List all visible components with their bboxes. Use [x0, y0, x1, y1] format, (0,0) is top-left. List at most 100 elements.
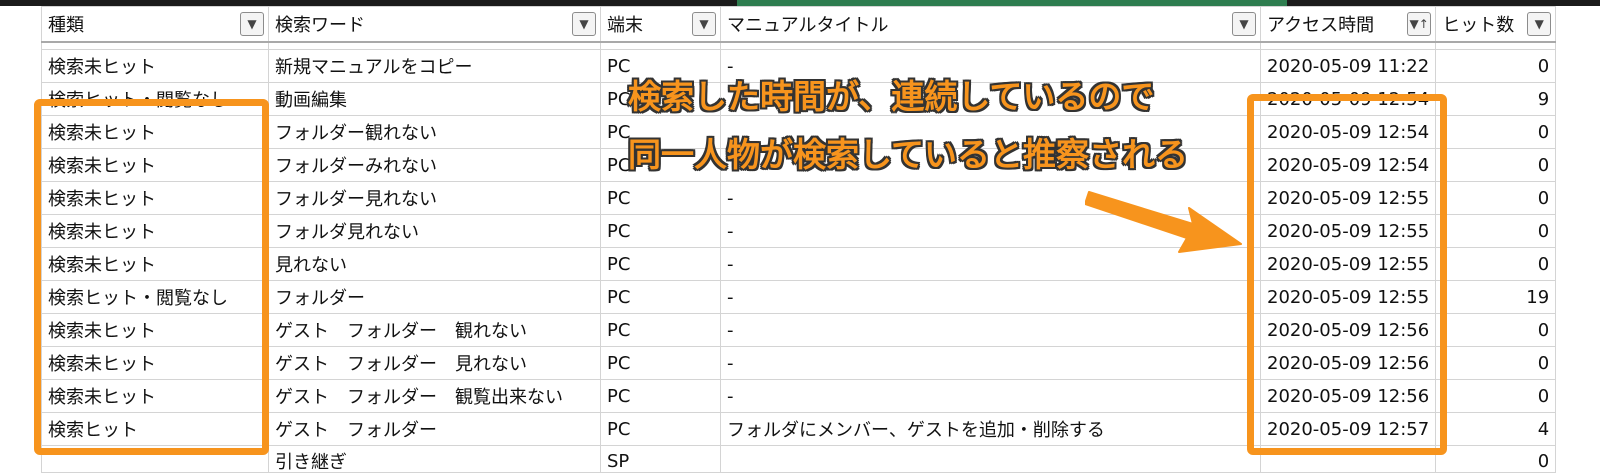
cell-text: 0	[1537, 253, 1550, 275]
cell-manual[interactable]	[720, 445, 1261, 473]
cell-hits[interactable]: 19	[1435, 280, 1557, 314]
cell-manual[interactable]: -	[720, 313, 1261, 347]
cell-text: 見れない	[275, 255, 347, 276]
column-header-manual: マニュアルタイトル ▼	[720, 6, 1261, 43]
cell-text: 引き継ぎ	[275, 452, 347, 473]
cell-manual[interactable]: -	[720, 346, 1261, 380]
cell-text: PC	[607, 121, 631, 143]
cell-word[interactable]: 見れない	[268, 247, 601, 281]
cell-word[interactable]: 新規マニュアルをコピー	[268, 49, 601, 83]
cell-text: SP	[607, 450, 630, 472]
cell-text: 19	[1526, 286, 1550, 308]
arrow-icon	[1085, 191, 1242, 253]
cell-manual[interactable]: フォルダにメンバー、ゲストを追加・削除する	[720, 412, 1261, 446]
cell-hits[interactable]: 0	[1435, 379, 1557, 413]
cell-text: PC	[607, 154, 631, 176]
cell-text: PC	[607, 55, 631, 77]
cell-text: フォルダ見れない	[275, 222, 419, 243]
cell-text: フォルダー観れない	[275, 123, 437, 144]
annotation-line-1: 検索した時間が、連続しているので	[628, 77, 1155, 116]
cell-text: フォルダにメンバー、ゲストを追加・削除する	[727, 420, 1105, 441]
filter-dropdown-icon[interactable]: ▼	[1232, 12, 1256, 36]
cell-device[interactable]: PC	[600, 214, 721, 248]
cell-text: ゲスト フォルダー 観覧出来ない	[275, 387, 563, 408]
column-header-device: 端末 ▼	[600, 6, 721, 43]
cell-text: PC	[607, 286, 631, 308]
cell-hits[interactable]: 0	[1435, 49, 1557, 83]
cell-word[interactable]: 動画編集	[268, 82, 601, 116]
cell-text: 0	[1537, 55, 1550, 77]
cell-word[interactable]: ゲスト フォルダー 観れない	[268, 313, 601, 347]
column-header-hits: ヒット数 ▼	[1435, 6, 1557, 43]
cell-text: PC	[607, 385, 631, 407]
cell-text: PC	[607, 253, 631, 275]
sort-filter-icon[interactable]: ▼↑	[1407, 12, 1432, 36]
cell-text: -	[727, 385, 734, 407]
cell-text: -	[727, 286, 734, 308]
column-label: マニュアルタイトル	[727, 15, 889, 36]
cell-text: 0	[1537, 220, 1550, 242]
column-label: 検索ワード	[275, 15, 365, 36]
cell-text: PC	[607, 319, 631, 341]
cell-text: 検索未ヒット	[48, 57, 156, 78]
cell-text: ゲスト フォルダー	[275, 420, 437, 441]
cell-hits[interactable]: 0	[1435, 313, 1557, 347]
cell-hits[interactable]: 0	[1435, 445, 1557, 473]
cell-hits[interactable]: 0	[1435, 247, 1557, 281]
cell-word[interactable]: フォルダー見れない	[268, 181, 601, 215]
cell-hits[interactable]: 0	[1435, 115, 1557, 149]
column-label: アクセス時間	[1267, 15, 1375, 36]
cell-word[interactable]: ゲスト フォルダー 観覧出来ない	[268, 379, 601, 413]
cell-device[interactable]: PC	[600, 181, 721, 215]
cell-word[interactable]: ゲスト フォルダー	[268, 412, 601, 446]
cell-device[interactable]: PC	[600, 280, 721, 314]
filter-dropdown-icon[interactable]: ▼	[240, 12, 264, 36]
cell-text: 0	[1537, 450, 1550, 472]
cell-text: 0	[1537, 319, 1550, 341]
cell-text: 0	[1537, 352, 1550, 374]
filter-dropdown-icon[interactable]: ▼	[1527, 12, 1552, 36]
cell-manual[interactable]: -	[720, 280, 1261, 314]
cell-manual[interactable]: -	[720, 379, 1261, 413]
cell-text: 0	[1537, 187, 1550, 209]
cell-device[interactable]: PC	[600, 379, 721, 413]
cell-word[interactable]: フォルダーみれない	[268, 148, 601, 182]
filter-dropdown-icon[interactable]: ▼	[572, 12, 596, 36]
cell-text: フォルダー見れない	[275, 189, 437, 210]
cell-text: フォルダー	[275, 288, 365, 309]
cell-text: PC	[607, 352, 631, 374]
cell-hits[interactable]: 0	[1435, 181, 1557, 215]
cell-text: 0	[1537, 121, 1550, 143]
cell-device[interactable]: SP	[600, 445, 721, 473]
cell-device[interactable]: PC	[600, 412, 721, 446]
cell-word[interactable]: フォルダー	[268, 280, 601, 314]
cell-type[interactable]: 検索未ヒット	[41, 49, 269, 83]
cell-text: 4	[1537, 418, 1550, 440]
cell-word[interactable]: ゲスト フォルダー 見れない	[268, 346, 601, 380]
cell-word[interactable]: フォルダ見れない	[268, 214, 601, 248]
cell-text: -	[727, 319, 734, 341]
cell-hits[interactable]: 0	[1435, 148, 1557, 182]
cell-hits[interactable]: 9	[1435, 82, 1557, 116]
column-label: ヒット数	[1442, 15, 1515, 36]
cell-text: -	[727, 187, 734, 209]
cell-hits[interactable]: 4	[1435, 412, 1557, 446]
cell-text: 0	[1537, 385, 1550, 407]
column-header-type: 種類 ▼	[41, 6, 269, 43]
cell-device[interactable]: PC	[600, 346, 721, 380]
cell-text: 9	[1537, 88, 1550, 110]
cell-device[interactable]: PC	[600, 313, 721, 347]
cell-hits[interactable]: 0	[1435, 346, 1557, 380]
cell-word[interactable]: フォルダー観れない	[268, 115, 601, 149]
cell-text: -	[727, 352, 734, 374]
column-label: 種類	[48, 15, 84, 36]
cell-word[interactable]: 引き継ぎ	[268, 445, 601, 473]
filter-dropdown-icon[interactable]: ▼	[692, 12, 716, 36]
spacer-row	[41, 41, 1557, 50]
cell-hits[interactable]: 0	[1435, 214, 1557, 248]
cell-device[interactable]: PC	[600, 247, 721, 281]
time-column-highlight	[1247, 94, 1447, 455]
cell-text: 2020-05-09 11:22	[1267, 55, 1430, 77]
cell-text: 動画編集	[275, 90, 347, 111]
cell-time[interactable]: 2020-05-09 11:22	[1259, 49, 1437, 83]
